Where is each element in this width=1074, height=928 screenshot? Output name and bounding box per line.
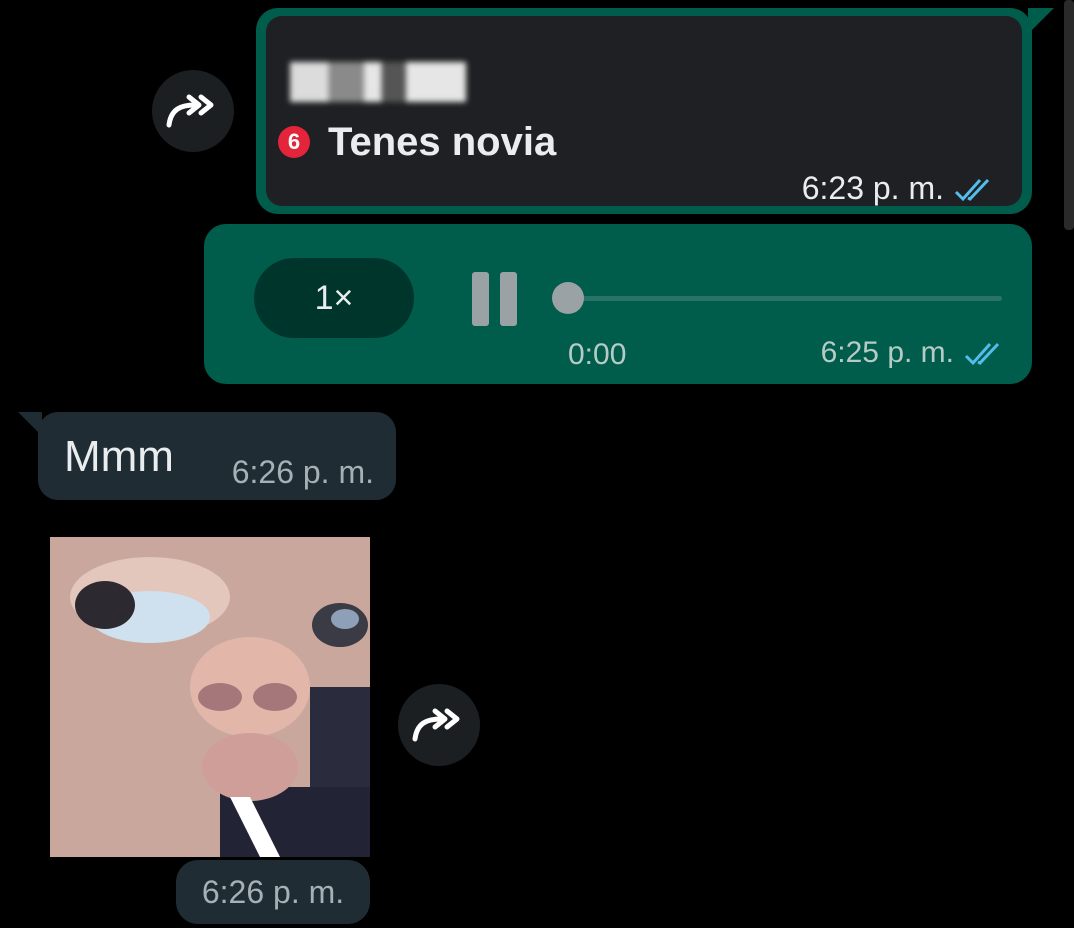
message-text: Mmm	[64, 432, 174, 481]
status-count-badge: 6	[278, 126, 310, 158]
message-time: 6:25 p. m.	[820, 336, 954, 369]
outgoing-voice-note-bubble[interactable]: 1× 0:00 6:25 p. m.	[204, 224, 1032, 384]
pause-icon[interactable]	[472, 272, 520, 326]
bubble-tail	[18, 412, 42, 436]
audio-duration: 0:00	[568, 338, 627, 371]
sticker-image[interactable]	[50, 537, 370, 857]
message-meta: 6:23 p. m.	[802, 170, 994, 207]
bubble-tail	[1028, 8, 1054, 34]
blurred-contact-name	[290, 62, 466, 102]
audio-progress-thumb[interactable]	[552, 282, 584, 314]
baby-face-illustration	[50, 537, 370, 857]
message-time: 6:26 p. m.	[231, 454, 374, 490]
message-time: 6:23 p. m.	[801, 170, 944, 206]
forward-button[interactable]	[398, 684, 480, 766]
scrollbar[interactable]	[1064, 0, 1074, 230]
outgoing-status-reply-bubble[interactable]: 6 Tenes novia 6:23 p. m.	[256, 8, 1054, 214]
quoted-status[interactable]: 6 Tenes novia 6:23 p. m.	[266, 16, 1022, 206]
sticker-time: 6:26 p. m.	[176, 860, 370, 924]
quoted-status-text: Tenes novia	[328, 120, 557, 164]
forward-icon	[166, 94, 214, 128]
double-check-icon	[964, 340, 1004, 366]
message-meta: 6:25 p. m.	[821, 336, 1004, 370]
forward-button[interactable]	[152, 70, 234, 152]
double-check-icon	[954, 176, 994, 202]
audio-progress-track[interactable]	[566, 296, 1002, 301]
forward-icon	[412, 708, 460, 742]
incoming-message-bubble[interactable]: Mmm 6:26 p. m.	[18, 412, 396, 500]
playback-speed-button[interactable]: 1×	[254, 258, 414, 338]
